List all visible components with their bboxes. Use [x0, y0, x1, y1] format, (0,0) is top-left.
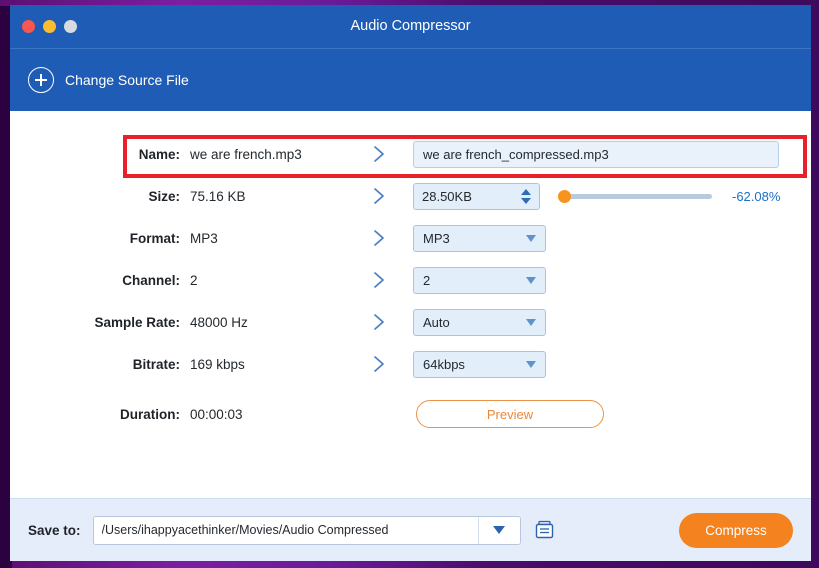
size-slider[interactable]	[558, 186, 712, 206]
name-label: Name:	[138, 146, 180, 162]
app-window: Audio Compressor Change Source File Name…	[10, 5, 811, 561]
sample-rate-select-value: Auto	[423, 314, 450, 330]
row-sample-rate: Sample Rate: 48000 Hz Auto	[10, 301, 811, 343]
compress-button[interactable]: Compress	[679, 512, 793, 548]
chevron-down-icon	[526, 360, 536, 368]
row-format: Format: MP3 MP3	[10, 217, 811, 259]
size-reduction-percent: -62.08%	[732, 188, 781, 204]
save-path-dropdown-button[interactable]	[477, 516, 520, 544]
row-duration: Duration: 00:00:03 Preview	[10, 393, 811, 435]
save-to-label: Save to:	[28, 522, 81, 538]
channel-source-value: 2	[190, 272, 198, 288]
bitrate-source-value: 169 kbps	[190, 356, 245, 372]
row-bitrate: Bitrate: 169 kbps 64kbps	[10, 343, 811, 385]
stepper-decrement-icon[interactable]	[521, 197, 531, 204]
format-select[interactable]: MP3	[413, 224, 546, 252]
row-name: Name: we are french.mp3	[10, 133, 811, 175]
save-path-input[interactable]	[93, 516, 478, 544]
browse-folder-button[interactable]	[535, 519, 556, 542]
slider-track	[558, 194, 712, 199]
size-source-value: 75.16 KB	[190, 188, 246, 204]
channel-select-value: 2	[423, 272, 431, 288]
bottom-bar: Save to: Compress	[10, 498, 811, 561]
chevron-right-icon	[365, 312, 413, 332]
chevron-right-icon	[365, 186, 413, 206]
name-source-value: we are french.mp3	[190, 146, 302, 162]
chevron-right-icon	[365, 144, 413, 164]
bitrate-label: Bitrate:	[132, 356, 180, 372]
duration-source-value: 00:00:03	[190, 406, 243, 422]
bitrate-select-value: 64kbps	[423, 356, 465, 372]
duration-label: Duration:	[120, 406, 180, 422]
bitrate-select[interactable]: 64kbps	[413, 350, 546, 378]
preview-button[interactable]: Preview	[416, 400, 604, 428]
output-name-input[interactable]	[413, 140, 779, 168]
sample-rate-source-value: 48000 Hz	[190, 314, 248, 330]
chevron-down-icon	[493, 526, 506, 534]
chevron-down-icon	[526, 318, 536, 326]
title-bar: Audio Compressor	[10, 5, 811, 49]
output-size-stepper[interactable]	[413, 182, 540, 210]
channel-select[interactable]: 2	[413, 266, 546, 294]
sample-rate-label: Sample Rate:	[94, 314, 180, 330]
chevron-right-icon	[365, 228, 413, 248]
sample-rate-select[interactable]: Auto	[413, 308, 546, 336]
format-source-value: MP3	[190, 230, 218, 246]
size-label: Size:	[148, 188, 180, 204]
stepper-arrows	[517, 184, 539, 209]
row-channel: Channel: 2 2	[10, 259, 811, 301]
settings-panel: Name: we are french.mp3 Size: 75.16 KB	[10, 111, 811, 498]
row-size: Size: 75.16 KB -62.08%	[10, 175, 811, 217]
folder-list-icon	[535, 520, 553, 538]
chevron-right-icon	[365, 270, 413, 290]
chevron-down-icon	[526, 234, 536, 242]
channel-label: Channel:	[122, 272, 180, 288]
plus-circle-icon	[28, 67, 54, 93]
change-source-file-label: Change Source File	[65, 72, 189, 88]
chevron-right-icon	[365, 354, 413, 374]
format-label: Format:	[129, 230, 180, 246]
window-title: Audio Compressor	[350, 18, 471, 34]
output-size-input[interactable]	[414, 188, 517, 204]
format-select-value: MP3	[423, 230, 450, 246]
slider-thumb[interactable]	[558, 190, 571, 203]
stepper-increment-icon[interactable]	[521, 188, 531, 195]
change-source-file-bar[interactable]: Change Source File	[10, 49, 811, 111]
save-path-combobox[interactable]	[92, 515, 521, 545]
chevron-down-icon	[526, 276, 536, 284]
